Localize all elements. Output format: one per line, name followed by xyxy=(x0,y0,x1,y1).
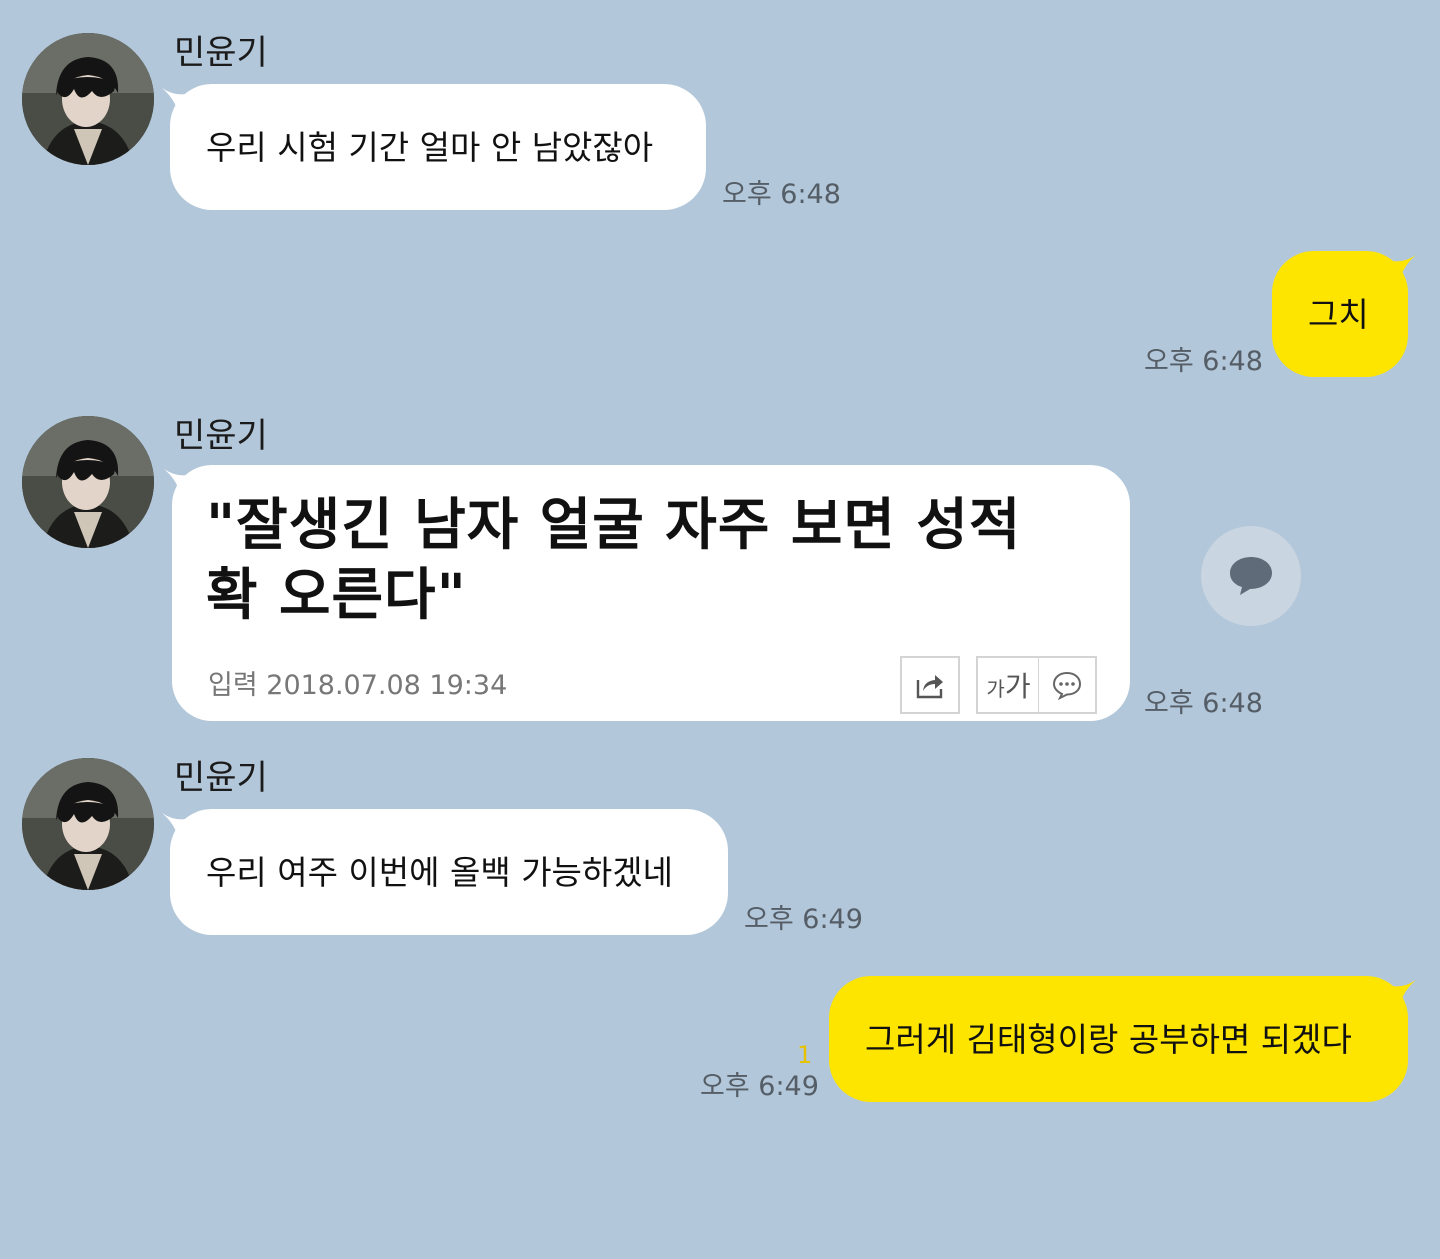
avatar-photo xyxy=(22,758,154,890)
unread-count: 1 xyxy=(797,1041,813,1069)
message-text: 우리 여주 이번에 올백 가능하겠네 xyxy=(206,853,673,892)
news-card[interactable]: "잘생긴 남자 얼굴 자주 보면 성적 확 오른다" 입력 2018.07.08… xyxy=(172,465,1130,721)
sender-name: 민윤기 xyxy=(174,416,268,456)
avatar-photo xyxy=(22,416,154,548)
message-text: 그치 xyxy=(1308,295,1369,334)
message-time: 오후 6:48 xyxy=(1144,688,1263,719)
comment-icon xyxy=(1052,671,1082,700)
message-bubble[interactable]: 우리 시험 기간 얼마 안 남았잖아 xyxy=(170,84,706,210)
sender-name: 민윤기 xyxy=(174,33,268,73)
avatar[interactable] xyxy=(22,758,154,890)
message-text: 그러게 김태형이랑 공부하면 되겠다 xyxy=(865,1020,1352,1059)
share-button[interactable] xyxy=(900,656,960,714)
share-icon xyxy=(916,675,943,699)
sender-name: 민윤기 xyxy=(174,758,268,798)
comment-button[interactable] xyxy=(1038,656,1097,714)
message-bubble[interactable]: 그치 xyxy=(1272,251,1408,377)
message-time: 오후 6:48 xyxy=(722,179,841,210)
font-size-button[interactable]: 가가 xyxy=(976,656,1040,714)
message-time: 오후 6:49 xyxy=(700,1071,819,1102)
comment-fab-button[interactable] xyxy=(1201,526,1301,626)
font-size-icon: 가가 xyxy=(986,665,1030,705)
message-bubble[interactable]: 우리 여주 이번에 올백 가능하겠네 xyxy=(170,809,728,935)
font-size-large: 가 xyxy=(1004,670,1031,703)
news-dateline: 입력 2018.07.08 19:34 xyxy=(208,670,508,701)
avatar[interactable] xyxy=(22,33,154,165)
message-text: 우리 시험 기간 얼마 안 남았잖아 xyxy=(206,128,654,167)
message-time: 오후 6:49 xyxy=(744,904,863,935)
avatar-photo xyxy=(22,33,154,165)
chat-bubble-icon xyxy=(1230,557,1272,595)
message-time: 오후 6:48 xyxy=(1144,346,1263,377)
message-bubble[interactable]: 그러게 김태형이랑 공부하면 되겠다 xyxy=(829,976,1408,1102)
news-headline[interactable]: "잘생긴 남자 얼굴 자주 보면 성적 확 오른다" xyxy=(206,491,1086,631)
font-size-small: 가 xyxy=(986,677,1005,701)
avatar[interactable] xyxy=(22,416,154,548)
